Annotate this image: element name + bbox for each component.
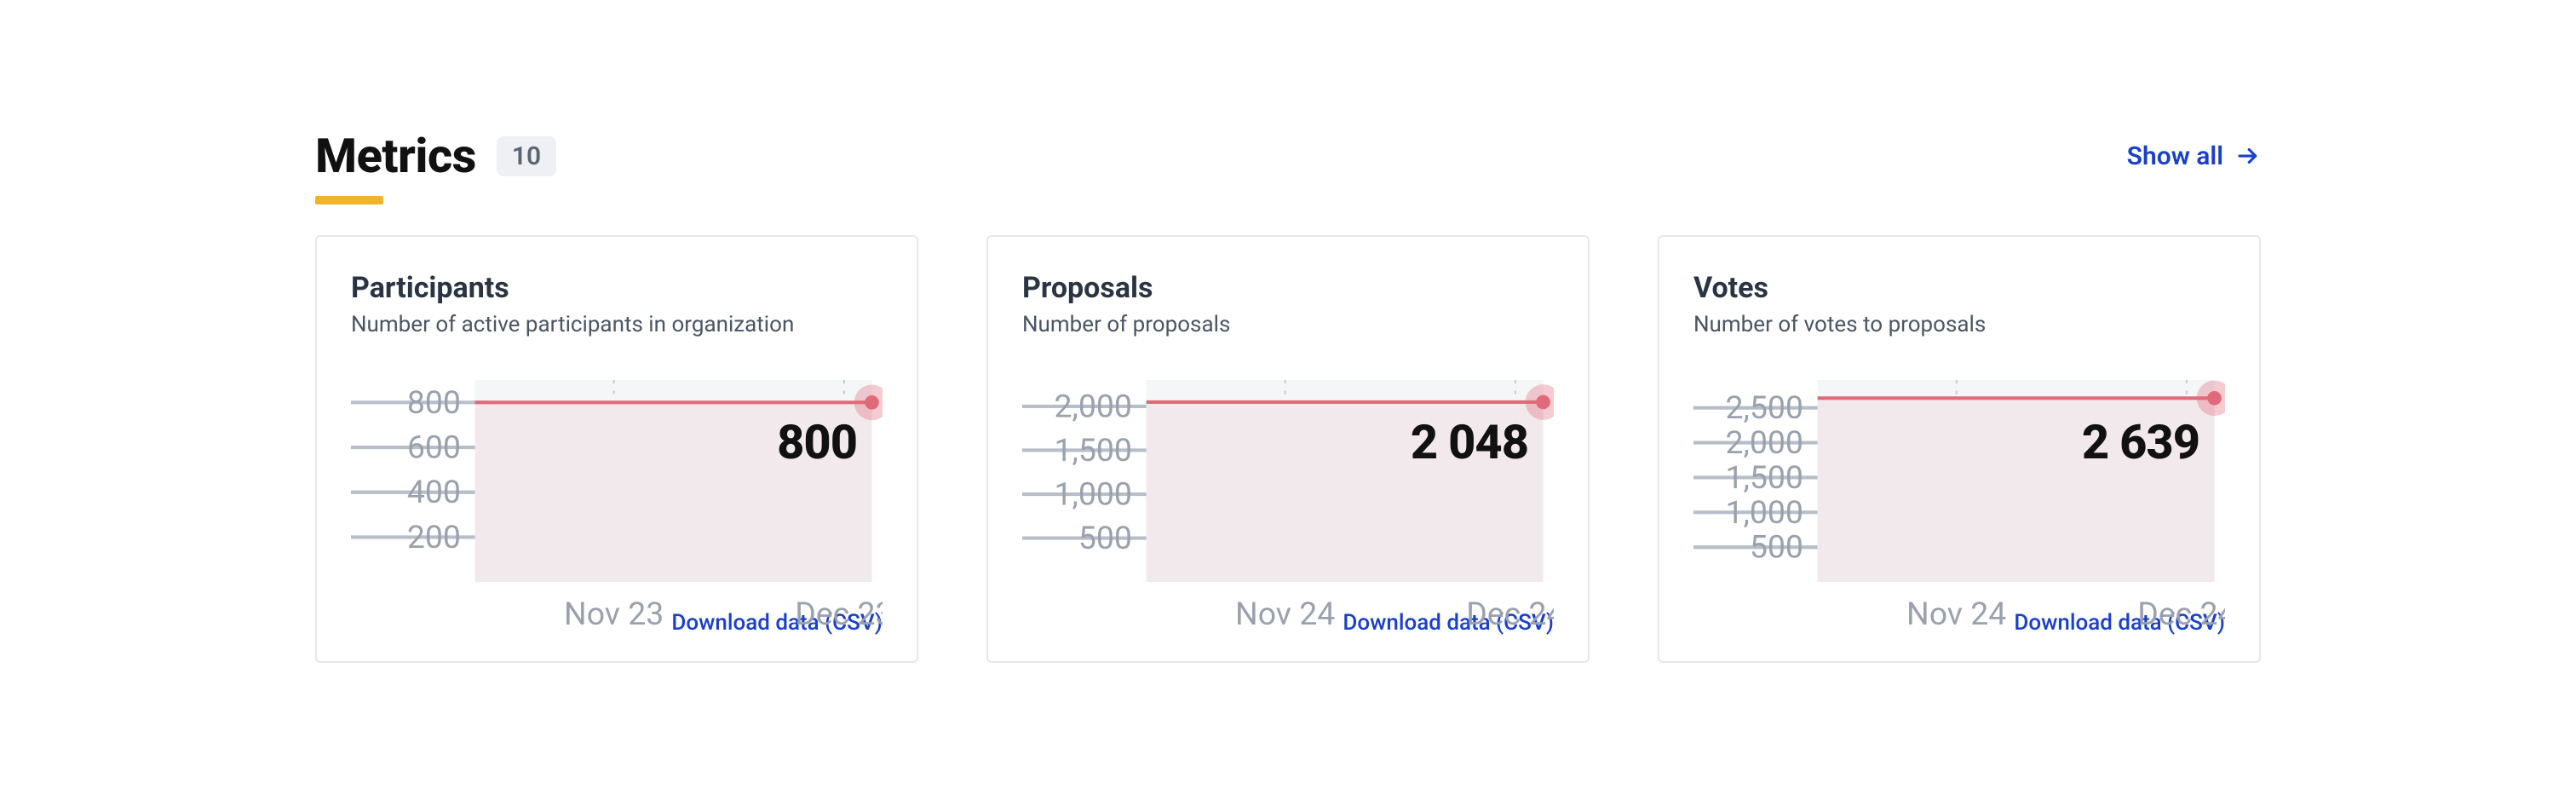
svg-text:800: 800 — [407, 384, 461, 422]
svg-text:Nov 24: Nov 24 — [1235, 596, 1335, 633]
card-subtitle: Number of active participants in organiz… — [351, 312, 883, 337]
card-title: Participants — [351, 271, 883, 305]
show-all-link[interactable]: Show all — [2127, 141, 2261, 171]
svg-text:Nov 23: Nov 23 — [564, 596, 664, 633]
title-accent — [315, 196, 383, 204]
card-subtitle: Number of proposals — [1022, 312, 1554, 337]
svg-text:Nov 24: Nov 24 — [1906, 596, 2006, 633]
svg-text:1,000: 1,000 — [1054, 476, 1132, 514]
card-subtitle: Number of votes to proposals — [1693, 312, 2225, 337]
metrics-count-badge: 10 — [497, 136, 556, 176]
metric-card-proposals: Proposals Number of proposals 500 1,000 1,… — [986, 235, 1590, 663]
svg-text:400: 400 — [407, 474, 461, 511]
svg-text:500: 500 — [1750, 529, 1803, 567]
svg-text:1,500: 1,500 — [1725, 459, 1803, 497]
svg-text:Dec 24: Dec 24 — [2137, 596, 2225, 633]
svg-text:2,000: 2,000 — [1054, 388, 1132, 425]
metric-value: 2 639 — [2082, 414, 2199, 470]
metric-value: 800 — [777, 414, 857, 470]
show-all-label: Show all — [2127, 141, 2223, 171]
svg-text:600: 600 — [407, 429, 461, 467]
svg-text:Dec 24: Dec 24 — [1466, 596, 1554, 633]
svg-text:1,000: 1,000 — [1725, 494, 1803, 532]
metric-card-participants: Participants Number of active participan… — [315, 235, 918, 663]
metrics-cards-row: Participants Number of active participan… — [315, 235, 2261, 663]
svg-text:500: 500 — [1078, 520, 1132, 557]
metric-value: 2 048 — [1411, 414, 1528, 470]
svg-text:200: 200 — [407, 519, 461, 556]
arrow-right-icon — [2235, 143, 2261, 169]
svg-text:2,000: 2,000 — [1725, 424, 1803, 462]
page-title: Metrics — [315, 128, 476, 184]
svg-text:2,500: 2,500 — [1725, 389, 1803, 427]
metric-card-votes: Votes Number of votes to proposals 5001,… — [1658, 235, 2261, 663]
card-title: Votes — [1693, 271, 2225, 305]
card-title: Proposals — [1022, 271, 1554, 305]
chart-participants: 200400600800Nov 23Dec 23 800 — [351, 380, 883, 576]
svg-text:1,500: 1,500 — [1054, 432, 1132, 469]
svg-text:Dec 23: Dec 23 — [795, 596, 883, 633]
metrics-header: Metrics 10 Show all — [315, 128, 2261, 184]
chart-votes: 5001,0001,5002,0002,500Nov 24Dec 24 2 63… — [1693, 380, 2225, 576]
chart-proposals: 5001,0001,5002,000Nov 24Dec 24 2 048 — [1022, 380, 1554, 576]
